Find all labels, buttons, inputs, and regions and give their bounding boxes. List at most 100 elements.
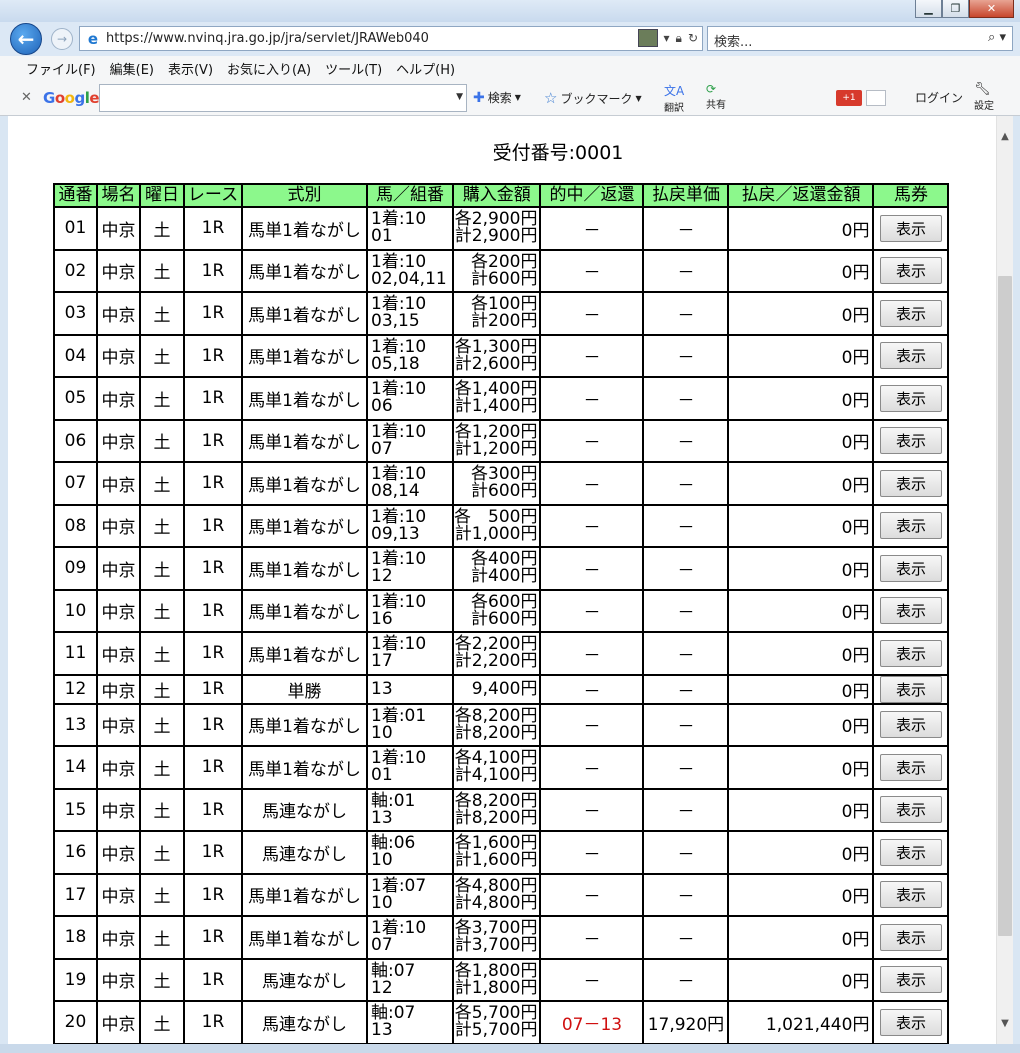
show-ticket-button[interactable]: 表示: [879, 1008, 942, 1036]
translate-button[interactable]: 文A 翻訳: [664, 82, 684, 114]
dropdown-icon[interactable]: ▾: [664, 31, 670, 45]
show-ticket-button[interactable]: 表示: [879, 711, 942, 739]
show-ticket-button[interactable]: 表示: [879, 639, 942, 667]
minimize-button[interactable]: ▁: [915, 0, 942, 18]
table-row: 11 中京土 1R 馬単1着ながし 1着:10 17 各2,200円 計2,200円－－ 0円表…: [53, 631, 950, 676]
header-race: レース: [183, 183, 243, 208]
show-ticket-button[interactable]: 表示: [879, 384, 942, 412]
table-row: 14 中京土 1R 馬単1着ながし 1着:10 01 各4,100円 計4,100円－－ 0円表…: [53, 745, 950, 790]
show-ticket-button[interactable]: 表示: [879, 753, 942, 781]
cell-payout-amount: 0円: [727, 376, 875, 421]
cell-unit-payout: －: [642, 376, 730, 421]
cell-line: 01: [371, 226, 393, 247]
refresh-icon[interactable]: ↻: [688, 31, 698, 45]
cell-line: 17: [371, 651, 393, 672]
google-search-input[interactable]: ▼: [99, 84, 467, 112]
address-actions: ▾ 🔒︎ ↻: [637, 29, 698, 47]
show-ticket-button[interactable]: 表示: [879, 676, 942, 702]
menu-edit[interactable]: 編集(E): [110, 59, 154, 78]
show-ticket-button[interactable]: 表示: [879, 796, 942, 824]
show-ticket-button[interactable]: 表示: [879, 512, 942, 540]
vertical-scrollbar[interactable]: ▲ ▼: [996, 116, 1013, 1044]
cell-ticket: 表示: [872, 588, 950, 633]
cell-day: 土: [139, 787, 185, 832]
star-icon: ☆: [544, 89, 558, 107]
wrench-icon: 🔧︎: [974, 82, 991, 97]
cell-line: 12: [371, 566, 393, 587]
cell-payout-amount: 0円: [727, 872, 875, 917]
cell-payout-amount: 0円: [727, 673, 875, 705]
menu-help[interactable]: ヘルプ(H): [396, 59, 455, 78]
cell-place: 中京: [96, 673, 141, 705]
close-button[interactable]: ✕: [969, 0, 1014, 18]
cell-amount: 各400円 計400円: [451, 546, 542, 591]
scroll-up-icon[interactable]: ▲: [997, 128, 1013, 145]
cell-place: 中京: [96, 702, 141, 747]
close-toolbar-icon[interactable]: ✕: [21, 90, 32, 105]
cell-hit-return: －: [539, 673, 645, 705]
cell-line: 06: [371, 396, 393, 417]
lock-icon[interactable]: 🔒︎: [676, 31, 682, 46]
share-button[interactable]: ⟳ 共有: [706, 82, 726, 111]
chevron-down-icon[interactable]: ▼: [456, 92, 463, 102]
settings-button[interactable]: 🔧︎ 設定: [974, 82, 994, 112]
cell-combination: 1着:01 10: [366, 702, 454, 747]
cell-unit-payout: －: [642, 461, 730, 506]
forward-button[interactable]: →: [51, 28, 73, 50]
login-link[interactable]: ログイン: [915, 89, 963, 106]
cell-combination: 1着:10 02,04,11: [366, 248, 454, 293]
cell-place: 中京: [96, 1000, 141, 1044]
cell-bet-type: 馬連ながし: [241, 1000, 368, 1044]
cell-ticket: 表示: [872, 291, 950, 336]
cell-place: 中京: [96, 915, 141, 960]
menu-file[interactable]: ファイル(F): [26, 59, 96, 78]
show-ticket-button[interactable]: 表示: [879, 554, 942, 582]
table-row: 19 中京土 1R 馬連ながし 軸:07 12 各1,800円 計1,800円－－ 0円 表示: [53, 957, 950, 1002]
cell-line: 09,13: [371, 523, 420, 544]
show-ticket-button[interactable]: 表示: [879, 299, 942, 327]
cell-amount: 各1,800円 計1,800円: [451, 957, 542, 1002]
show-ticket-button[interactable]: 表示: [879, 838, 942, 866]
search-input[interactable]: 検索... ⌕ ▾: [707, 26, 1013, 51]
cell-race: 1R: [183, 291, 243, 336]
cell-serial: 17: [53, 872, 98, 917]
menu-tools[interactable]: ツール(T): [325, 59, 382, 78]
translate-icon: 文A: [664, 84, 685, 98]
address-url: https://www.nvinq.jra.go.jp/jra/servlet/…: [106, 31, 429, 46]
cell-hit-return: －: [539, 745, 645, 790]
cell-amount: 各2,900円 計2,900円: [451, 206, 542, 251]
back-button[interactable]: ←: [10, 23, 42, 55]
show-ticket-button[interactable]: 表示: [879, 923, 942, 951]
cell-bet-type: 馬単1着ながし: [241, 503, 368, 548]
cell-line: 計1,400円: [454, 396, 538, 417]
scrollbar-thumb[interactable]: [998, 276, 1012, 936]
menu-view[interactable]: 表示(V): [168, 59, 213, 78]
cell-day: 土: [139, 915, 185, 960]
cell-day: 土: [139, 830, 185, 875]
show-ticket-button[interactable]: 表示: [879, 597, 942, 625]
cell-line: 13: [371, 1020, 393, 1041]
show-ticket-button[interactable]: 表示: [879, 342, 942, 370]
cell-payout-amount: 0円: [727, 546, 875, 591]
cell-unit-payout: －: [642, 248, 730, 293]
search-icon[interactable]: ⌕ ▾: [988, 30, 1006, 45]
show-ticket-button[interactable]: 表示: [879, 966, 942, 994]
show-ticket-button[interactable]: 表示: [879, 469, 942, 497]
gplus-button[interactable]: +1: [836, 90, 862, 106]
show-ticket-button[interactable]: 表示: [879, 427, 942, 455]
cell-ticket: 表示: [872, 872, 950, 917]
show-ticket-button[interactable]: 表示: [879, 881, 942, 909]
scroll-down-icon[interactable]: ▼: [997, 1015, 1013, 1032]
cell-ticket: 表示: [872, 418, 950, 463]
show-ticket-button[interactable]: 表示: [879, 214, 942, 242]
cell-bet-type: 馬単1着ながし: [241, 702, 368, 747]
cell-hit-return: －: [539, 830, 645, 875]
address-bar[interactable]: e https://www.nvinq.jra.go.jp/jra/servle…: [79, 26, 703, 51]
show-ticket-button[interactable]: 表示: [879, 257, 942, 285]
google-search-button[interactable]: ✚ 検索 ▼: [473, 89, 521, 106]
maximize-button[interactable]: ❐: [942, 0, 969, 18]
cell-race: 1R: [183, 745, 243, 790]
bookmark-button[interactable]: ☆ ブックマーク ▼: [544, 89, 642, 107]
site-thumbnail-icon[interactable]: [637, 29, 658, 47]
menu-favorites[interactable]: お気に入り(A): [227, 59, 311, 78]
